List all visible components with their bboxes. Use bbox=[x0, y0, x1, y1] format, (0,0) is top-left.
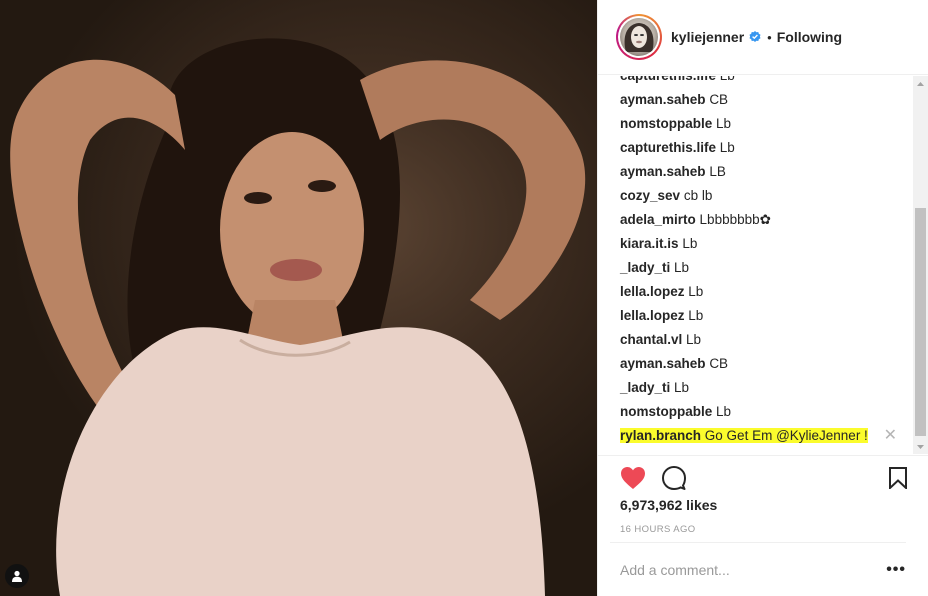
following-button[interactable]: Following bbox=[777, 29, 842, 45]
comments-scrollbar[interactable] bbox=[913, 76, 928, 454]
comment-username[interactable]: lella.lopez bbox=[620, 308, 685, 323]
comment-username[interactable]: _lady_ti bbox=[620, 380, 670, 395]
comment-body: lella.lopez Lb bbox=[620, 308, 703, 323]
comment-text: Lb bbox=[674, 260, 690, 275]
add-comment-section: ••• bbox=[610, 542, 906, 596]
comment-text: Lb bbox=[720, 76, 735, 83]
comment-username[interactable]: ayman.saheb bbox=[620, 92, 706, 107]
user-tag-button[interactable] bbox=[5, 564, 29, 588]
comment-row: kiara.it.is Lb bbox=[620, 232, 915, 256]
comment-username[interactable]: ayman.saheb bbox=[620, 356, 706, 371]
comment-text: CB bbox=[709, 92, 729, 107]
comment-username[interactable]: adela_mirto bbox=[620, 212, 696, 227]
post-photo[interactable] bbox=[0, 0, 597, 596]
comment-body: _lady_ti Lb bbox=[620, 260, 689, 275]
comment-body: nomstoppable Lb bbox=[620, 404, 731, 419]
comment-body: chantal.vl Lb bbox=[620, 332, 701, 347]
comment-text: Lb bbox=[719, 140, 735, 155]
comment-text: Lb bbox=[688, 308, 704, 323]
comment-row: nomstoppable Lb bbox=[620, 112, 915, 136]
comment-body: capturethis.life Lb bbox=[620, 76, 735, 83]
comment-row: lella.lopez Lb bbox=[620, 304, 915, 328]
comment-username[interactable]: capturethis.life bbox=[620, 140, 716, 155]
heart-icon[interactable] bbox=[620, 466, 646, 490]
comment-row: _lady_ti Lb bbox=[620, 376, 915, 400]
comment-text: Lb bbox=[716, 116, 732, 131]
comment-row: lella.lopez Lb bbox=[620, 280, 915, 304]
comment-row: adela_mirto Lbbbbbbb✿ bbox=[620, 208, 915, 232]
comment-username[interactable]: kiara.it.is bbox=[620, 236, 679, 251]
story-ring[interactable] bbox=[616, 14, 662, 60]
comment-body: ayman.saheb CB bbox=[620, 356, 728, 371]
post-sidebar: kyliejenner • Following capturethis.life… bbox=[597, 0, 928, 596]
comment-text: Lb bbox=[686, 332, 702, 347]
comment-username[interactable]: lella.lopez bbox=[620, 284, 685, 299]
comment-body: cozy_sev cb lb bbox=[620, 188, 712, 203]
scroll-up-arrow-icon[interactable] bbox=[913, 76, 928, 91]
comment-row: ayman.saheb CB bbox=[620, 352, 915, 376]
action-bar bbox=[598, 455, 928, 499]
comment-username[interactable]: cozy_sev bbox=[620, 188, 680, 203]
comment-text: Lb bbox=[682, 236, 698, 251]
bookmark-icon[interactable] bbox=[889, 466, 907, 489]
comment-body: ayman.saheb CB bbox=[620, 92, 728, 107]
more-options-button[interactable]: ••• bbox=[886, 561, 906, 579]
photo-illustration bbox=[10, 38, 586, 596]
comment-text: Lb bbox=[674, 380, 690, 395]
avatar-face-illustration bbox=[624, 23, 654, 52]
comments-list[interactable]: capturethis.life Lb ayman.saheb CB nomstop… bbox=[598, 76, 915, 454]
comment-username[interactable]: nomstoppable bbox=[620, 116, 712, 131]
comment-text: LB bbox=[709, 164, 726, 179]
comment-body: _lady_ti Lb bbox=[620, 380, 689, 395]
comment-text: cb lb bbox=[683, 188, 713, 203]
scroll-down-arrow-icon[interactable] bbox=[913, 439, 928, 454]
comment-row: chantal.vl Lb bbox=[620, 328, 915, 352]
comment-body: adela_mirto Lbbbbbbb✿ bbox=[620, 212, 771, 227]
likes-count[interactable]: 6,973,962 likes bbox=[620, 497, 717, 513]
comment-row: rylan.branch Go Get Em @KylieJenner ! ✕ bbox=[620, 424, 915, 448]
delete-comment-icon[interactable]: ✕ bbox=[884, 424, 897, 448]
avatar[interactable] bbox=[620, 18, 658, 56]
comment-list-inner: capturethis.life Lb ayman.saheb CB nomstop… bbox=[620, 76, 915, 448]
comment-row: ayman.saheb LB bbox=[620, 160, 915, 184]
comment-row: capturethis.life Lb bbox=[620, 76, 915, 88]
comment-input[interactable] bbox=[620, 561, 887, 578]
comment-row: nomstoppable Lb bbox=[620, 400, 915, 424]
post-timestamp[interactable]: 16 HOURS AGO bbox=[620, 524, 696, 535]
comment-username[interactable]: nomstoppable bbox=[620, 404, 712, 419]
comment-text: Lb bbox=[688, 284, 704, 299]
comment-username[interactable]: ayman.saheb bbox=[620, 164, 706, 179]
comment-row: _lady_ti Lb bbox=[620, 256, 915, 280]
user-tag-icon bbox=[12, 570, 22, 582]
comment-username[interactable]: _lady_ti bbox=[620, 260, 670, 275]
comment-text: Lb bbox=[716, 404, 732, 419]
comment-row: capturethis.life Lb bbox=[620, 136, 915, 160]
post-header: kyliejenner • Following bbox=[598, 0, 928, 75]
comment-text: CB bbox=[709, 356, 729, 371]
comment-body: nomstoppable Lb bbox=[620, 116, 731, 131]
highlighted-comment: rylan.branch Go Get Em @KylieJenner ! bbox=[620, 428, 868, 443]
comment-username[interactable]: chantal.vl bbox=[620, 332, 682, 347]
comment-text: Go Get Em @KylieJenner ! bbox=[704, 428, 868, 443]
comment-username[interactable]: capturethis.life bbox=[620, 76, 716, 83]
post-username[interactable]: kyliejenner bbox=[671, 29, 744, 45]
comment-row: cozy_sev cb lb bbox=[620, 184, 915, 208]
comment-body: ayman.saheb LB bbox=[620, 164, 726, 179]
instagram-post-view: kyliejenner • Following capturethis.life… bbox=[0, 0, 928, 596]
separator-dot: • bbox=[767, 29, 772, 45]
comment-row: ayman.saheb CB bbox=[620, 88, 915, 112]
comment-body: kiara.it.is Lb bbox=[620, 236, 697, 251]
comment-body: capturethis.life Lb bbox=[620, 140, 735, 155]
verified-badge-icon bbox=[749, 31, 761, 42]
scrollbar-thumb[interactable] bbox=[915, 208, 926, 436]
comment-username[interactable]: rylan.branch bbox=[620, 428, 701, 443]
comment-text: Lbbbbbbb✿ bbox=[699, 212, 771, 227]
comment-icon[interactable] bbox=[662, 465, 686, 490]
comment-body: lella.lopez Lb bbox=[620, 284, 703, 299]
